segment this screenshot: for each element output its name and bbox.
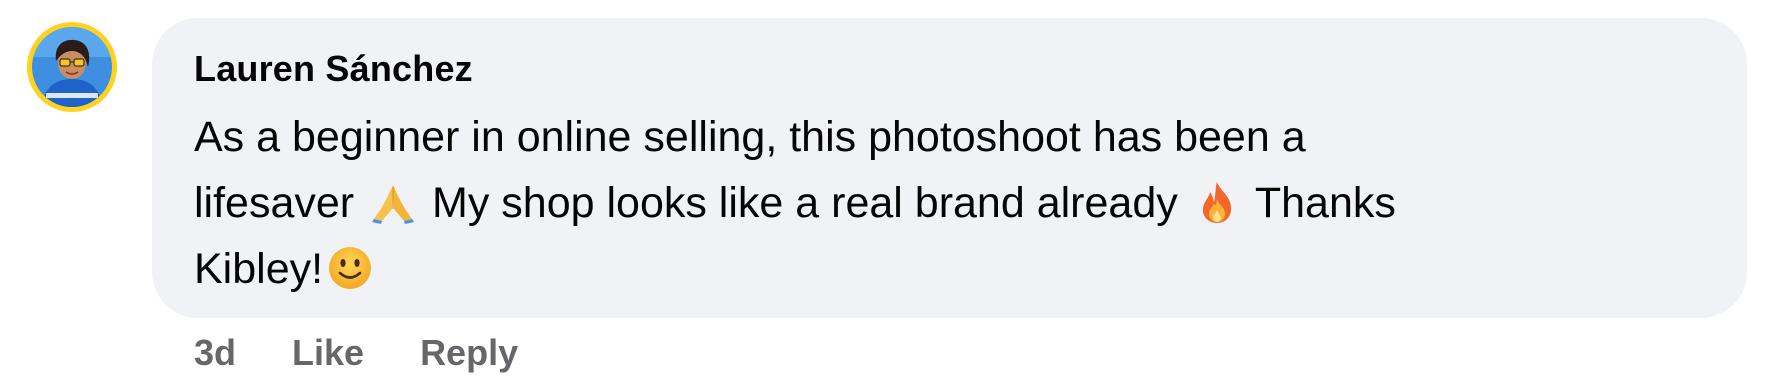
comment-text: As a beginner in online selling, this ph… [194, 104, 1724, 302]
comment-container: Lauren Sánchez As a beginner in online s… [0, 0, 1776, 384]
smiling-face-icon [327, 245, 373, 291]
fire-icon [1194, 179, 1240, 225]
avatar[interactable] [27, 22, 117, 112]
author-name[interactable]: Lauren Sánchez [194, 48, 473, 90]
reply-button[interactable]: Reply [420, 332, 518, 374]
comment-line-2: lifesaver My shop looks like a real bran… [194, 170, 1724, 236]
comment-text-segment: Kibley! [194, 245, 324, 293]
profile-photo-icon [32, 27, 112, 107]
comment-text-segment: lifesaver [194, 179, 367, 227]
comment-line-1: As a beginner in online selling, this ph… [194, 113, 1306, 161]
like-button[interactable]: Like [292, 332, 364, 374]
comment-line-3: Kibley! [194, 236, 1724, 302]
comment-actions: 3d Like Reply [194, 332, 518, 374]
timestamp-link[interactable]: 3d [194, 332, 236, 374]
comment-text-segment: My shop looks like a real brand already [420, 179, 1190, 227]
folded-hands-icon [370, 179, 416, 225]
comment-text-segment: Thanks [1243, 179, 1396, 227]
